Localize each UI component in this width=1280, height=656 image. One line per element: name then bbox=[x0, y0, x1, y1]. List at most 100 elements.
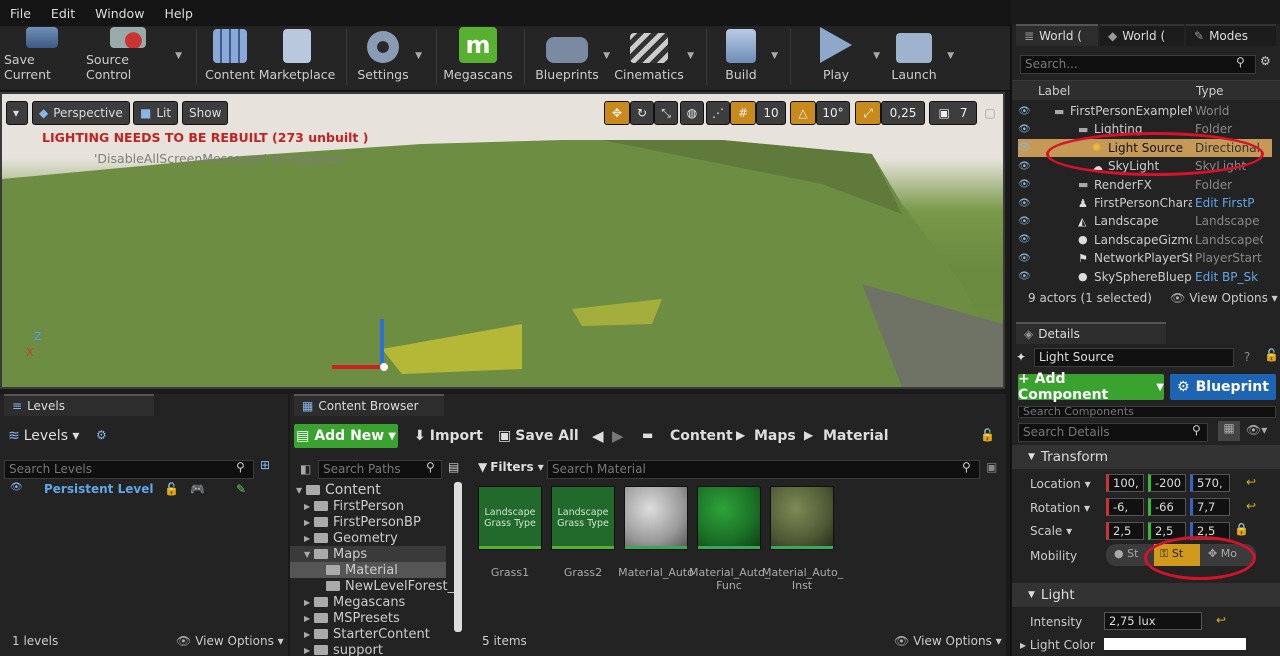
tree-folder[interactable]: ▶ FirstPerson bbox=[304, 498, 404, 514]
scale-snap-value[interactable]: 0,25 bbox=[881, 101, 925, 125]
breadcrumb-content[interactable]: Content bbox=[670, 428, 733, 444]
lit-button[interactable]: ■ Lit bbox=[133, 101, 179, 125]
intensity-field[interactable]: 2,75 lux bbox=[1104, 612, 1202, 630]
expand-arrow-icon[interactable]: ▶ bbox=[304, 598, 314, 607]
outliner-row-type[interactable]: Edit BP_Sk bbox=[1195, 270, 1263, 284]
rotation-x[interactable]: -6, bbox=[1106, 498, 1144, 516]
outliner-row[interactable]: 👁 ⚑ NetworkPlayerStartPlayerStart bbox=[1018, 249, 1272, 267]
blueprints-button[interactable]: Blueprints ▼ bbox=[535, 27, 610, 89]
asset-thumbnail[interactable] bbox=[624, 486, 688, 550]
outliner-row[interactable]: 👁 ▬ RenderFX Folder bbox=[1018, 176, 1272, 194]
lock-scale-icon[interactable]: 🔒 bbox=[1234, 522, 1249, 536]
outliner-row-type[interactable]: Edit FirstP bbox=[1195, 196, 1263, 210]
asset-thumbnail[interactable] bbox=[770, 486, 834, 550]
outliner-row[interactable]: 👁 ▬ FirstPersonExampleM World bbox=[1018, 102, 1272, 120]
levels-menu[interactable]: ≋ Levels ▾ bbox=[8, 428, 79, 444]
eye-icon[interactable]: 👁 bbox=[1018, 253, 1038, 264]
actor-name-field[interactable]: Light Source bbox=[1034, 348, 1234, 367]
show-button[interactable]: Show bbox=[182, 101, 229, 125]
location-x[interactable]: 100, bbox=[1106, 474, 1144, 492]
surface-snap-icon[interactable]: ⋰ bbox=[706, 101, 730, 125]
asset-thumbnail[interactable]: Landscape Grass Type bbox=[551, 486, 615, 550]
world-local-icon[interactable]: ◍ bbox=[680, 101, 704, 125]
tree-scrollbar[interactable] bbox=[454, 482, 462, 632]
lock-icon[interactable]: 🔓 bbox=[1264, 348, 1279, 362]
translate-tool-icon[interactable]: ✥ bbox=[604, 101, 630, 125]
search-details-input[interactable]: Search Details bbox=[1018, 423, 1208, 442]
rotation-z[interactable]: 7,7 bbox=[1190, 498, 1230, 516]
tab-details[interactable]: ◈ Details bbox=[1016, 322, 1166, 344]
build-button[interactable]: Build ▼ bbox=[716, 27, 778, 89]
breadcrumb-maps[interactable]: Maps bbox=[754, 428, 796, 444]
outliner-settings-icon[interactable]: ⚙ bbox=[1260, 54, 1271, 68]
add-component-button[interactable]: + Add Component ▼ bbox=[1018, 371, 1164, 403]
scale-tool-icon[interactable]: ⤡ bbox=[654, 101, 678, 125]
rotation-snap-value[interactable]: 10° bbox=[816, 101, 850, 125]
tree-folder[interactable]: ▶ Megascans bbox=[304, 594, 405, 610]
expand-arrow-icon[interactable]: ▶ bbox=[304, 534, 314, 543]
rotation-snap-icon[interactable]: △ bbox=[790, 101, 816, 125]
col-label[interactable]: Label bbox=[1038, 84, 1070, 98]
outliner-view-options[interactable]: 👁 View Options ▾ bbox=[1170, 291, 1278, 305]
tree-folder[interactable]: NewLevelForest_s bbox=[316, 578, 460, 594]
sources-toggle-icon[interactable]: ◧ bbox=[300, 462, 311, 476]
tree-folder[interactable]: ▼ Maps bbox=[290, 546, 446, 562]
expand-arrow-icon[interactable]: ▶ bbox=[304, 614, 314, 623]
save-all-button[interactable]: ▣ Save All bbox=[498, 428, 579, 444]
breadcrumb-material[interactable]: Material bbox=[823, 428, 889, 444]
eye-icon[interactable]: 👁 bbox=[1018, 106, 1038, 117]
expand-arrow-icon[interactable]: ▶ bbox=[304, 502, 314, 511]
expand-arrow-icon[interactable]: ▶ bbox=[304, 646, 314, 655]
perspective-button[interactable]: ◆ Perspective bbox=[32, 101, 130, 125]
pencil-icon[interactable]: ✎ bbox=[236, 482, 246, 496]
lock-icon[interactable]: 🔓 bbox=[164, 482, 179, 496]
asset-thumbnail[interactable]: Landscape Grass Type bbox=[478, 486, 542, 550]
expand-arrow-icon[interactable]: ▶ bbox=[304, 518, 314, 527]
menu-window[interactable]: Window bbox=[85, 6, 154, 21]
eye-icon[interactable]: 👁 bbox=[1018, 216, 1038, 227]
search-components-input[interactable]: Search Components bbox=[1018, 406, 1276, 418]
viewport-options-button[interactable]: ▾ bbox=[6, 101, 28, 125]
add-new-button[interactable]: ▤ Add New ▼ bbox=[294, 424, 398, 448]
asset-thumbnail[interactable] bbox=[697, 486, 761, 550]
expand-arrow-icon[interactable]: ▶ bbox=[304, 630, 314, 639]
tree-folder[interactable]: ▶ Geometry bbox=[304, 530, 398, 546]
grid-snap-value[interactable]: 10 bbox=[756, 101, 786, 125]
search-paths-input[interactable]: Search Paths bbox=[318, 460, 442, 479]
tab-world-settings[interactable]: ◆ World ( bbox=[1100, 24, 1184, 46]
menu-help[interactable]: Help bbox=[154, 6, 203, 21]
cinematics-button[interactable]: Cinematics ▼ bbox=[614, 27, 694, 89]
save-current-button[interactable]: Save Current bbox=[4, 27, 80, 89]
tab-levels[interactable]: ≡ Levels bbox=[4, 394, 154, 416]
outliner-row[interactable]: 👁 ♟ FirstPersonCharacteEdit FirstP bbox=[1018, 194, 1272, 212]
eye-icon[interactable]: 👁 bbox=[1018, 179, 1038, 190]
menu-edit[interactable]: Edit bbox=[41, 6, 85, 21]
grid-view-icon[interactable]: ▦ bbox=[1218, 421, 1240, 441]
eye-icon[interactable]: 👁 bbox=[1018, 142, 1038, 153]
eye-icon[interactable]: 👁 bbox=[1018, 234, 1038, 245]
transform-section[interactable]: ▼ Transform bbox=[1012, 445, 1280, 469]
grid-snap-icon[interactable]: # bbox=[730, 101, 756, 125]
rotation-label[interactable]: Rotation ▾ bbox=[1030, 501, 1090, 515]
tree-folder[interactable]: ▶ FirstPersonBP bbox=[304, 514, 421, 530]
light-section[interactable]: ▼ Light bbox=[1012, 583, 1280, 607]
levels-view-options[interactable]: 👁 View Options ▾ bbox=[176, 634, 284, 648]
tree-folder[interactable]: ▶ MSPresets bbox=[304, 610, 400, 626]
light-color-swatch[interactable] bbox=[1104, 638, 1246, 650]
megascans-button[interactable]: m Megascans bbox=[443, 27, 513, 89]
outliner-row[interactable]: 👁 ● LandscapeGizmoAcLandscapeG bbox=[1018, 231, 1272, 249]
eye-icon[interactable]: 👁▾ bbox=[1246, 423, 1267, 437]
levels-settings-icon[interactable]: ⚙ bbox=[96, 428, 107, 442]
help-icon[interactable]: ? bbox=[1244, 350, 1250, 364]
filters-button[interactable]: ▼ Filters ▾ bbox=[478, 460, 544, 474]
search-levels-input[interactable]: Search Levels bbox=[4, 460, 254, 479]
forward-arrow-icon[interactable]: ▶ bbox=[612, 427, 624, 445]
outliner-row[interactable]: 👁 ◭ Landscape Landscape bbox=[1018, 212, 1272, 230]
back-arrow-icon[interactable]: ◀ bbox=[592, 427, 604, 445]
settings-button[interactable]: Settings ▼ bbox=[356, 27, 422, 89]
play-button[interactable]: Play ▼ bbox=[804, 27, 880, 89]
reset-icon[interactable]: ↩ bbox=[1246, 475, 1256, 489]
tab-content-browser[interactable]: ▦ Content Browser bbox=[294, 394, 444, 416]
maximize-viewport-icon[interactable]: ▢ bbox=[982, 101, 998, 125]
camera-speed-button[interactable]: ▣ 7 bbox=[929, 101, 977, 125]
